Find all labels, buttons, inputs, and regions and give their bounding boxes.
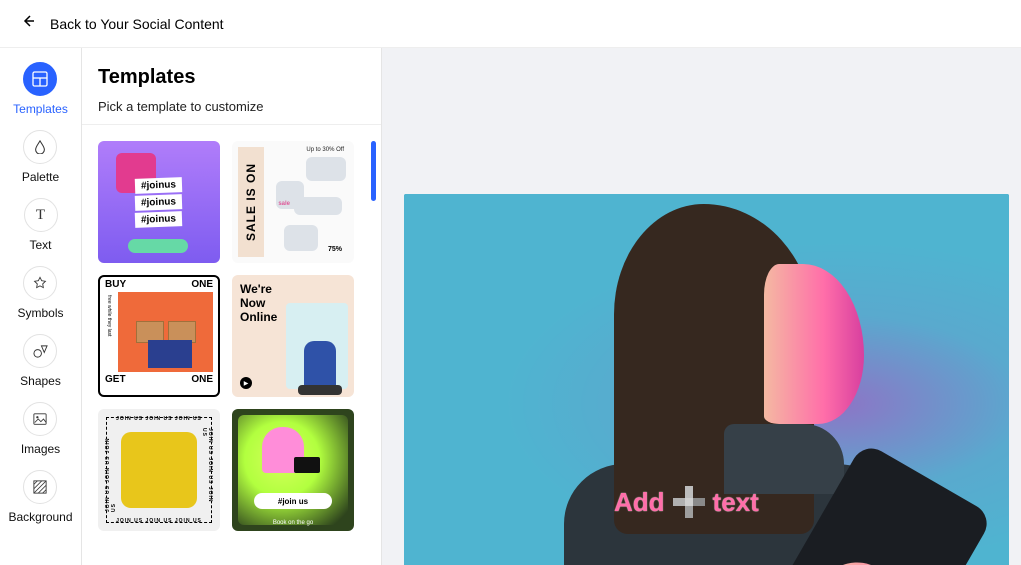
template-text: ONE: [191, 279, 213, 290]
templates-grid: #joinus #joinus #joinus SALE IS ON Up to…: [98, 141, 365, 531]
panel-subtitle: Pick a template to customize: [98, 99, 365, 114]
template-text: JOIN US JOIN US JOIN US: [201, 428, 213, 512]
plus-icon: [671, 484, 707, 520]
template-text: #joinus: [135, 194, 183, 211]
play-icon: ▶: [240, 377, 252, 389]
decorative-shape: [294, 197, 342, 215]
canvas-area[interactable]: Add text You don't: [382, 48, 1021, 565]
templates-scroll[interactable]: #joinus #joinus #joinus SALE IS ON Up to…: [82, 124, 381, 565]
hatch-icon: [23, 470, 57, 504]
left-nav: Templates Palette T Text Symbols Shapes: [0, 48, 82, 565]
nav-label: Shapes: [20, 374, 61, 388]
scrollbar-thumb[interactable]: [371, 141, 376, 201]
nav-templates[interactable]: Templates: [13, 62, 68, 116]
template-text: JOIN US JOIN US JOIN US: [105, 428, 117, 512]
template-footer: GET ONE: [100, 372, 218, 387]
nav-text[interactable]: T Text: [24, 198, 58, 252]
nav-shapes[interactable]: Shapes: [20, 334, 61, 388]
nav-label: Symbols: [17, 306, 63, 320]
panel-header: Templates Pick a template to customize: [82, 48, 381, 124]
decorative-shape: [121, 432, 197, 508]
template-card-joinus-frame[interactable]: JOIN US JOIN US JOIN US JOIN US JOIN US …: [98, 409, 220, 531]
template-card-sale[interactable]: SALE IS ON Up to 30% Off sale 75%: [232, 141, 354, 263]
nav-symbols[interactable]: Symbols: [17, 266, 63, 320]
image-icon: [23, 402, 57, 436]
back-link[interactable]: Back to Your Social Content: [50, 16, 224, 32]
decorative-frame: JOIN US JOIN US JOIN US JOIN US JOIN US …: [106, 417, 212, 523]
add-text-label-right: text: [713, 487, 759, 518]
template-card-online[interactable]: We're Now Online ▶: [232, 275, 354, 397]
decorative-shape: [118, 292, 213, 372]
topbar: Back to Your Social Content: [0, 0, 1021, 48]
template-text: #joinus: [135, 177, 183, 194]
text-icon: T: [24, 198, 58, 232]
nav-label: Templates: [13, 102, 68, 116]
drop-icon: [23, 130, 57, 164]
template-text: ONE: [191, 374, 213, 385]
decorative-shape: [304, 341, 336, 389]
template-text: Book on the go: [232, 520, 354, 526]
design-canvas[interactable]: Add text You don't: [404, 194, 1009, 565]
decorative-shape: [128, 239, 188, 253]
template-card-joinus[interactable]: #joinus #joinus #joinus: [98, 141, 220, 263]
template-text: JOIN US JOIN US JOIN US: [111, 518, 207, 524]
panel-title: Templates: [98, 66, 365, 89]
template-text: We're: [240, 283, 346, 297]
template-text: #join us: [254, 493, 332, 509]
decorative-shape: [298, 385, 342, 395]
template-text: Up to 30% Off: [306, 147, 344, 153]
nav-label: Background: [8, 510, 72, 524]
layout-icon: [23, 62, 57, 96]
decorative-shape: [284, 225, 318, 251]
decorative-shape: [306, 157, 346, 181]
add-text-label-left: Add: [614, 487, 665, 518]
template-text: JOIN US JOIN US JOIN US: [111, 416, 207, 422]
nav-palette[interactable]: Palette: [22, 130, 59, 184]
template-text: sale: [278, 201, 290, 207]
template-text: #joinus: [135, 211, 183, 228]
nav-label: Images: [21, 442, 60, 456]
nav-label: Text: [29, 238, 51, 252]
decorative-shape: [764, 264, 864, 424]
add-text-button[interactable]: Add text: [614, 484, 759, 520]
main-area: Templates Palette T Text Symbols Shapes: [0, 48, 1021, 565]
templates-panel: Templates Pick a template to customize #…: [82, 48, 382, 565]
star-icon: [23, 266, 57, 300]
template-card-hashtag-joinus[interactable]: #join us Book on the go: [232, 409, 354, 531]
back-arrow-icon[interactable]: [20, 13, 36, 34]
nav-images[interactable]: Images: [21, 402, 60, 456]
decorative-shape: [148, 340, 192, 368]
template-text: SALE IS ON: [238, 147, 264, 257]
template-card-bogo[interactable]: BUY ONE free while they last GET ONE: [98, 275, 220, 397]
decorative-shape: [294, 457, 320, 473]
template-text: free while they last: [103, 295, 115, 377]
template-text: 75%: [328, 246, 342, 253]
shapes-icon: [23, 334, 57, 368]
nav-background[interactable]: Background: [8, 470, 72, 524]
template-text: BUY: [105, 279, 126, 290]
template-header: BUY ONE: [100, 277, 218, 292]
nav-label: Palette: [22, 170, 59, 184]
